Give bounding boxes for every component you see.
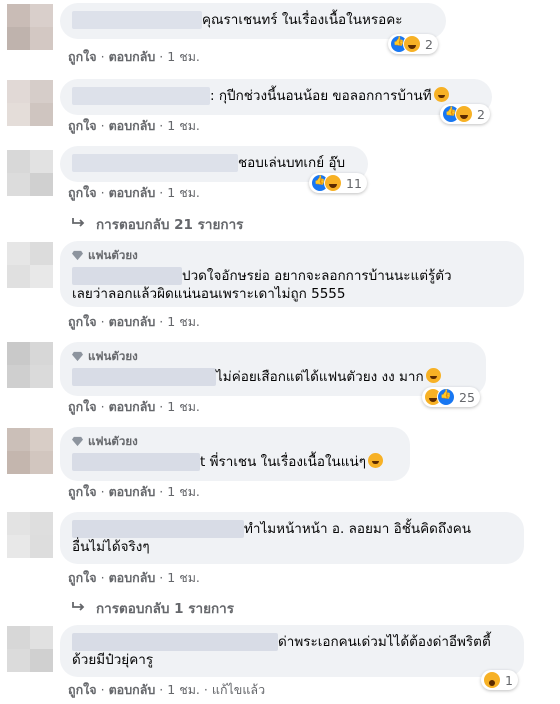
comment-actions: ถูกใจ · ตอบกลับ · 1 ชม. · แก้ไขแล้ว — [68, 682, 266, 697]
reply-arrow-icon — [72, 217, 88, 233]
reaction-summary[interactable]: 2 — [440, 104, 490, 124]
comment-bubble: ด่าพระเอกคนเด่วมไได้ต้องด่าอีพริตตี้ ด้ว… — [60, 625, 524, 677]
comment-actions: ถูกใจ · ตอบกลับ · 1 ชม. — [68, 118, 200, 133]
comment-timestamp[interactable]: 1 ชม. — [167, 399, 200, 414]
reply-button[interactable]: ตอบกลับ — [109, 484, 156, 499]
like-reaction-icon — [437, 388, 455, 406]
top-fan-badge: แฟนตัวยง — [72, 246, 512, 264]
comment-bubble: แฟนตัวยง ปวดใจอักษรย่อ อยากจะลอกการบ้านน… — [60, 241, 524, 307]
edited-label[interactable]: แก้ไขแล้ว — [212, 682, 265, 697]
comment-text: คุณราเชนทร์ ในเรื่องเนื้อในหรอคะ — [202, 12, 403, 28]
grimace-emoji-icon — [367, 453, 383, 468]
comment-actions: ถูกใจ · ตอบกลับ · 1 ชม. — [68, 399, 200, 414]
comment-actions: ถูกใจ · ตอบกลับ · 1 ชม. — [68, 49, 200, 64]
avatar[interactable] — [7, 4, 53, 50]
commenter-name[interactable] — [72, 633, 278, 651]
reaction-summary[interactable]: 2 — [388, 34, 438, 54]
avatar[interactable] — [7, 342, 53, 388]
like-button[interactable]: ถูกใจ — [68, 682, 97, 697]
grimace-emoji-icon — [425, 368, 441, 383]
reply-button[interactable]: ตอบกลับ — [109, 118, 156, 133]
reaction-summary[interactable]: 1 — [481, 670, 518, 690]
haha-reaction-icon — [455, 105, 473, 123]
like-button[interactable]: ถูกใจ — [68, 399, 97, 414]
reply-button[interactable]: ตอบกลับ — [109, 682, 156, 697]
comment-bubble: แฟนตัวยง ไม่ค่อยเสือกแต่ได้แฟนตัวยง งง ม… — [60, 342, 486, 396]
comment-timestamp[interactable]: 1 ชม. — [167, 314, 200, 329]
comment-text: t พี่ราเชน ในเรื่องเนื้อในแน่ๆ — [200, 454, 366, 470]
commenter-name[interactable] — [72, 368, 216, 386]
reaction-summary[interactable]: 25 — [422, 387, 480, 407]
view-replies-link[interactable]: การตอบกลับ 1 รายการ — [72, 597, 234, 619]
comment-bubble: : กุปีกช่วงนี้นอนน้อย ขอลอกการบ้านที — [60, 79, 492, 115]
commenter-name[interactable] — [72, 520, 244, 538]
grin-emoji-icon — [433, 87, 449, 102]
like-button[interactable]: ถูกใจ — [68, 49, 97, 64]
avatar[interactable] — [7, 242, 53, 288]
reply-button[interactable]: ตอบกลับ — [109, 570, 156, 585]
reaction-summary[interactable]: 11 — [309, 173, 367, 193]
comment-bubble: คุณราเชนทร์ ในเรื่องเนื้อในหรอคะ — [60, 3, 446, 39]
reply-button[interactable]: ตอบกลับ — [109, 185, 156, 200]
reply-button[interactable]: ตอบกลับ — [109, 399, 156, 414]
commenter-name[interactable] — [72, 453, 200, 471]
like-button[interactable]: ถูกใจ — [68, 484, 97, 499]
like-button[interactable]: ถูกใจ — [68, 118, 97, 133]
wow-reaction-icon — [483, 671, 501, 689]
comment-timestamp[interactable]: 1 ชม. — [167, 570, 200, 585]
top-fan-badge: แฟนตัวยง — [72, 432, 398, 450]
haha-reaction-icon — [403, 35, 421, 53]
reply-arrow-icon — [72, 601, 88, 617]
view-replies-link[interactable]: การตอบกลับ 21 รายการ — [72, 213, 243, 235]
top-fan-badge: แฟนตัวยง — [72, 347, 474, 365]
comment-actions: ถูกใจ · ตอบกลับ · 1 ชม. — [68, 570, 200, 585]
avatar[interactable] — [7, 150, 53, 196]
comment-timestamp[interactable]: 1 ชม. — [167, 49, 200, 64]
comment-bubble: แฟนตัวยง t พี่ราเชน ในเรื่องเนื้อในแน่ๆ — [60, 427, 410, 481]
haha-reaction-icon — [324, 174, 342, 192]
reply-button[interactable]: ตอบกลับ — [109, 314, 156, 329]
commenter-name[interactable] — [72, 154, 238, 172]
comment-actions: ถูกใจ · ตอบกลับ · 1 ชม. — [68, 185, 200, 200]
commenter-name[interactable] — [72, 267, 182, 285]
top-fan-diamond-icon — [72, 351, 83, 361]
avatar[interactable] — [7, 80, 53, 126]
comment-actions: ถูกใจ · ตอบกลับ · 1 ชม. — [68, 484, 200, 499]
commenter-name[interactable] — [72, 11, 202, 29]
top-fan-diamond-icon — [72, 250, 83, 260]
avatar[interactable] — [7, 512, 53, 558]
top-fan-diamond-icon — [72, 436, 83, 446]
comment-text: ชอบเล่นบทเกย์ อุ๊บ — [238, 155, 346, 171]
comment-timestamp[interactable]: 1 ชม. — [167, 484, 200, 499]
comment-actions: ถูกใจ · ตอบกลับ · 1 ชม. — [68, 314, 200, 329]
avatar[interactable] — [7, 428, 53, 474]
reply-button[interactable]: ตอบกลับ — [109, 49, 156, 64]
comment-text: ไม่ค่อยเสือกแต่ได้แฟนตัวยง งง มาก — [216, 369, 424, 385]
comment-timestamp[interactable]: 1 ชม. — [167, 185, 200, 200]
comment-timestamp[interactable]: 1 ชม. — [167, 682, 200, 697]
comment-bubble: ทำไมหน้าหน้า อ. ลอยมา อิชั้นคิดถึงคน อื่… — [60, 512, 524, 564]
avatar[interactable] — [7, 626, 53, 672]
commenter-name[interactable] — [72, 87, 210, 105]
like-button[interactable]: ถูกใจ — [68, 185, 97, 200]
like-button[interactable]: ถูกใจ — [68, 570, 97, 585]
like-button[interactable]: ถูกใจ — [68, 314, 97, 329]
comment-text: : กุปีกช่วงนี้นอนน้อย ขอลอกการบ้านที — [210, 88, 432, 104]
comment-timestamp[interactable]: 1 ชม. — [167, 118, 200, 133]
